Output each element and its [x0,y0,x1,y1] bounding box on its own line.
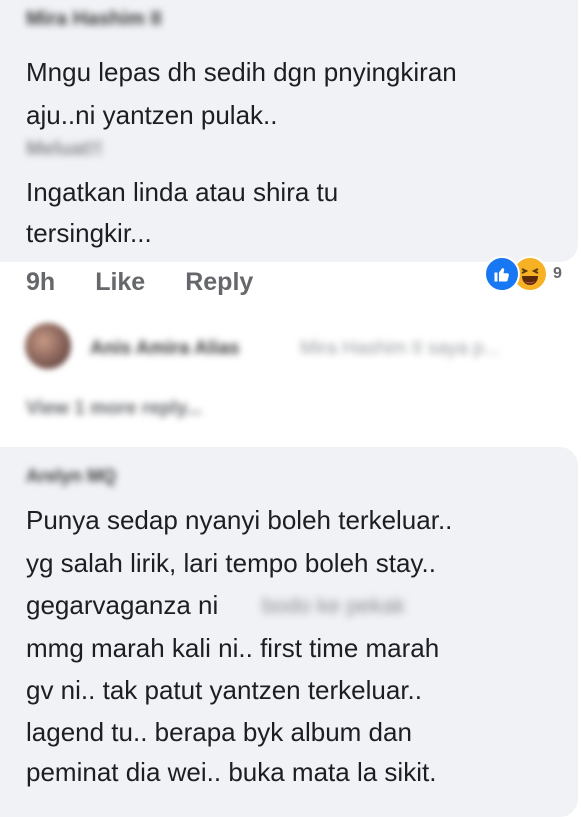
comment-author[interactable]: Mira Hashim II [26,8,162,31]
comment-text: tersingkir... [26,218,152,248]
mention-text: Meluat!! [26,138,103,160]
reply-author[interactable]: Anis Amira Alias [90,338,240,360]
avatar[interactable] [25,323,71,369]
reply-button[interactable]: Reply [185,268,253,297]
comment-text: Punya sedap nyanyi boleh terkeluar.. [26,505,453,535]
comment-text: aju..ni yantzen pulak.. [26,100,278,130]
comment-text: Ingatkan linda atau shira tu [26,177,339,207]
comment-text: peminat dia wei.. buka mata la sikit. [26,757,437,787]
reply-mention: Mira Hashim II saya p... [300,338,500,359]
reaction-count: 9 [553,265,562,282]
comment-text: lagend tu.. berapa byk album dan [26,717,412,747]
comment-text: yg salah lirik, lari tempo boleh stay.. [26,548,436,578]
comment-text: gv ni.. tak patut yantzen terkeluar.. [26,675,423,705]
like-icon [484,256,520,292]
comment-text: mmg marah kali ni.. first time marah [26,633,440,663]
like-button[interactable]: Like [95,268,145,297]
comment-author[interactable]: Arelyn MQ [26,466,116,487]
censored-text: bodo ke pekak [262,593,406,618]
comment-text: Mngu lepas dh sedih dgn pnyingkiran [26,57,457,87]
comment-text: gegarvaganza ni [26,590,219,620]
timestamp[interactable]: 9h [26,268,55,297]
reaction-summary[interactable]: 9 [484,256,562,292]
comment-actions: 9h Like Reply [26,268,293,297]
view-more-replies[interactable]: View 1 more reply... [26,398,202,420]
